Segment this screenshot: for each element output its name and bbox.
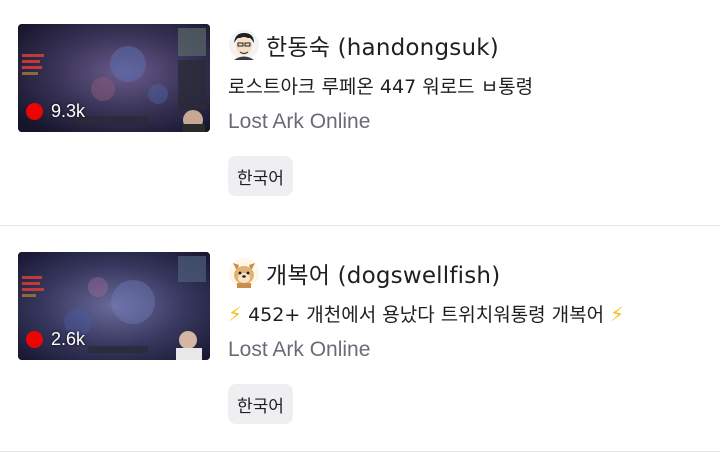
live-badge: 9.3k (26, 101, 85, 122)
viewer-count: 9.3k (51, 101, 86, 121)
language-tag[interactable]: 한국어 (228, 384, 293, 424)
streamer-name: 한동숙 (handongsuk) (266, 35, 499, 61)
stream-thumbnail[interactable]: 2.6k (18, 252, 210, 360)
streamer-info[interactable]: 한동숙 (handongsuk) (228, 28, 499, 62)
dog-avatar-icon (229, 258, 259, 288)
game-name[interactable]: Lost Ark Online (228, 338, 370, 362)
stream-card[interactable]: 2.6k 개복어 (dogswellfish) ⚡ 452+ 개천에서 용났다 … (0, 226, 720, 452)
streamer-name: 개복어 (dogswellfish) (266, 263, 501, 289)
live-indicator-icon (26, 331, 43, 348)
stream-thumbnail[interactable]: 9.3k (18, 24, 210, 132)
stream-title[interactable]: ⚡ 452+ 개천에서 용났다 트위치워통령 개복어 ⚡ (228, 300, 624, 327)
cartoon-man-avatar-icon (229, 30, 259, 60)
viewer-count: 2.6k (51, 329, 86, 349)
lightning-icon: ⚡ (228, 302, 243, 326)
stream-title-text: 452+ 개천에서 용났다 트위치워통령 개복어 (242, 304, 611, 326)
streamer-info[interactable]: 개복어 (dogswellfish) (228, 256, 500, 290)
language-tag[interactable]: 한국어 (228, 156, 293, 196)
live-indicator-icon (26, 103, 43, 120)
game-name[interactable]: Lost Ark Online (228, 110, 370, 134)
live-badge: 2.6k (26, 329, 85, 350)
stream-card[interactable]: 9.3k 한동숙 (handongsuk) 로스트아크 루페온 447 워로드 … (0, 0, 720, 226)
stream-title-text: 로스트아크 루페온 447 워로드 ㅂ통령 (228, 76, 534, 98)
stream-title[interactable]: 로스트아크 루페온 447 워로드 ㅂ통령 (228, 72, 533, 99)
lightning-icon: ⚡ (610, 302, 625, 326)
